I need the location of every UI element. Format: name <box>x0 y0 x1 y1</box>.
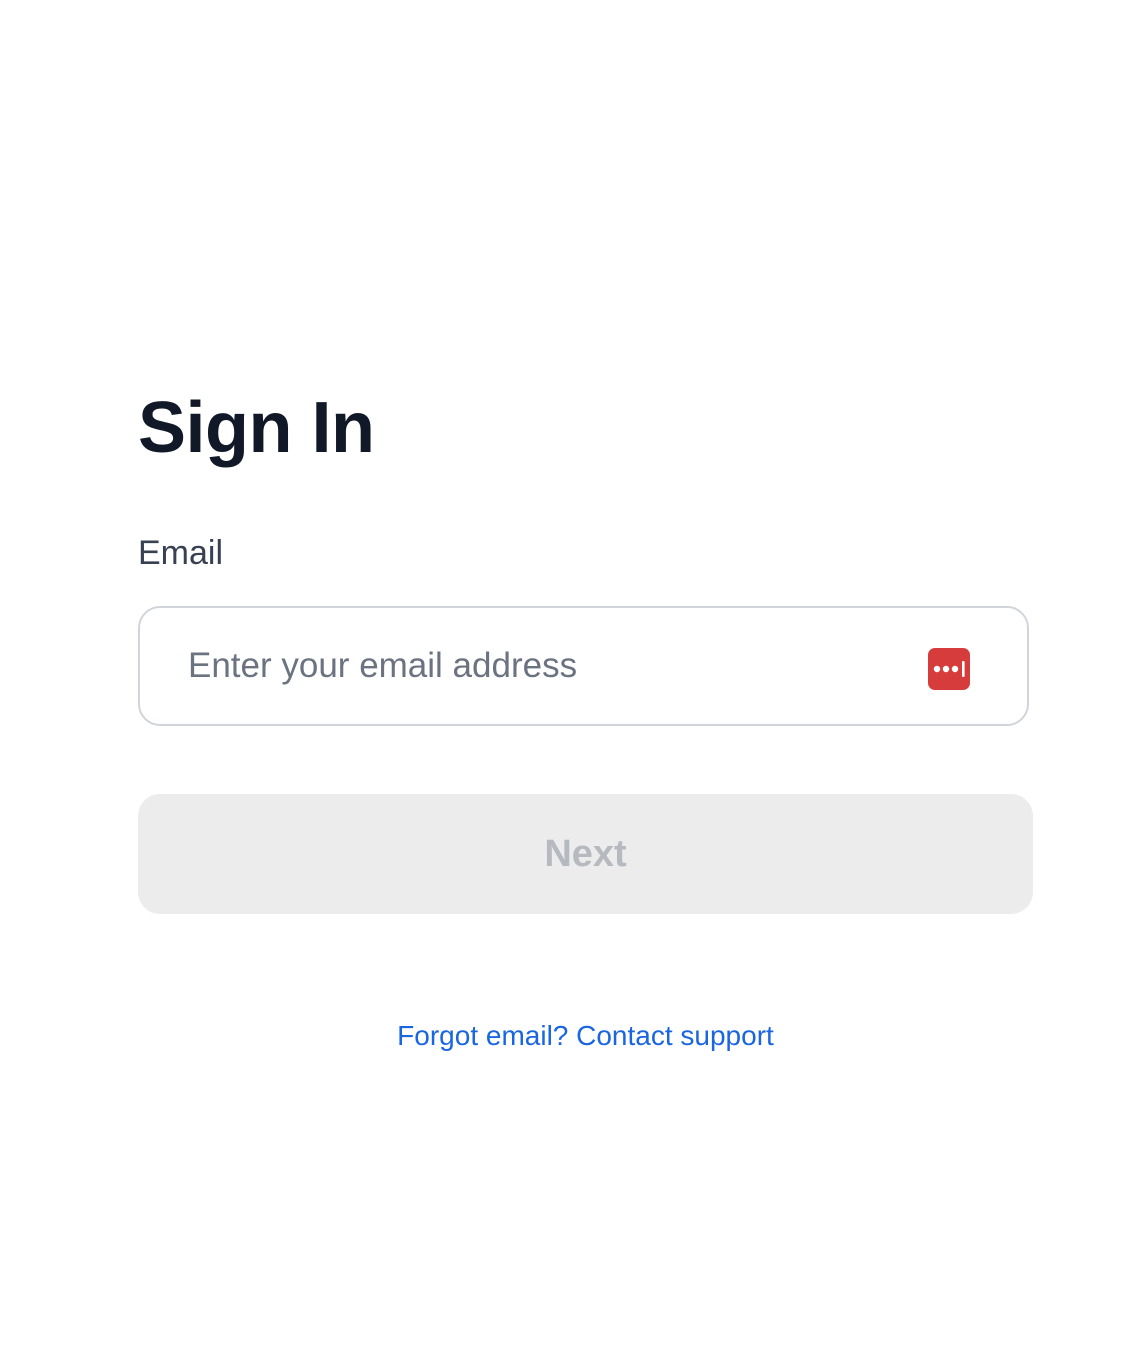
password-manager-icon[interactable] <box>928 648 970 690</box>
email-label: Email <box>138 534 224 572</box>
email-input[interactable] <box>188 608 908 724</box>
page-title: Sign In <box>138 388 375 468</box>
forgot-email-link[interactable]: Forgot email? Contact support <box>138 1020 1033 1052</box>
sign-in-form: Sign In Email Next Forgot email? Contact… <box>138 380 1033 1051</box>
next-button[interactable]: Next <box>138 794 1033 914</box>
email-field-container[interactable] <box>138 606 1029 726</box>
